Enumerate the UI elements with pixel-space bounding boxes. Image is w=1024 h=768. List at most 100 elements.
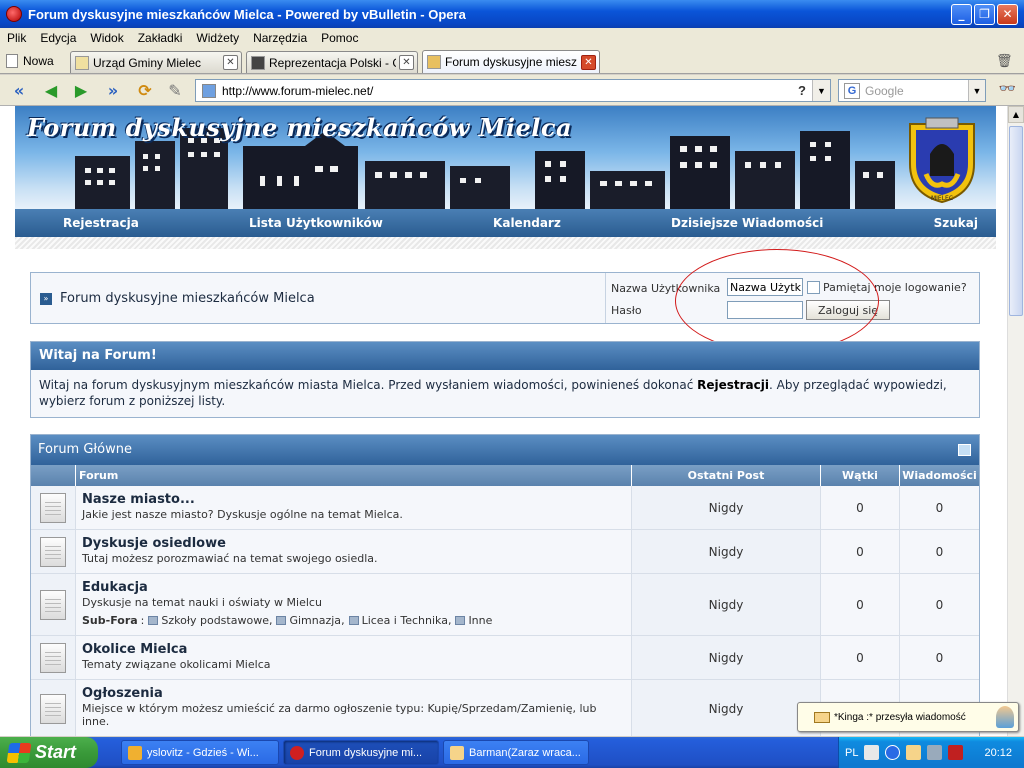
back-icon[interactable]: ◀: [40, 80, 62, 100]
page-viewport: Forum dyskusyjne mieszkańców Mielca MIEL…: [0, 106, 1024, 736]
windows-logo-icon: [6, 742, 32, 763]
forum-title-link[interactable]: Edukacja: [82, 580, 625, 595]
menu-plik[interactable]: Plik: [0, 31, 33, 45]
subforum-link[interactable]: Licea i Technika: [362, 614, 448, 627]
im-notification[interactable]: *Kinga :* przesyła wiadomość: [797, 702, 1019, 732]
tab-close-icon[interactable]: ✕: [399, 55, 414, 70]
collapse-icon[interactable]: [958, 444, 971, 456]
nav-lista-uzytkownikow[interactable]: Lista Użytkowników: [249, 216, 383, 230]
minimize-button[interactable]: _: [951, 3, 972, 25]
mail-icon[interactable]: [906, 745, 922, 760]
tab-close-icon[interactable]: ✕: [581, 54, 596, 70]
category-title[interactable]: Forum Główne: [38, 442, 132, 457]
menu-widok[interactable]: Widok: [83, 31, 130, 45]
zoom-glasses-icon[interactable]: 👓: [999, 81, 1016, 97]
menu-bar: Plik Edycja Widok Zakładki Widżety Narzę…: [0, 28, 1024, 48]
taskbar-task-opera[interactable]: Forum dyskusyjne mi...: [283, 740, 439, 765]
forward-icon[interactable]: ▶: [70, 80, 92, 100]
back-arrow-icon[interactable]: [885, 745, 901, 760]
forum-column-header: Forum: [76, 465, 632, 486]
fast-forward-icon[interactable]: »: [102, 80, 124, 100]
tab-reprezentacja[interactable]: Reprezentacja Polski - G... ✕: [246, 51, 418, 73]
opera-icon: [290, 745, 304, 760]
search-dropdown-icon[interactable]: ▼: [968, 80, 985, 101]
task-label: Barman(Zaraz wraca...: [469, 746, 581, 759]
tab-urzad-gminy[interactable]: Urząd Gminy Mielec ✕: [70, 51, 242, 73]
restore-button[interactable]: ❐: [974, 3, 995, 25]
password-label: Hasło: [611, 304, 642, 317]
envelope-icon: [814, 711, 830, 723]
last-post: Nigdy: [632, 486, 821, 529]
thread-count: 0: [821, 574, 900, 635]
new-tab-button[interactable]: Nowa: [6, 51, 54, 71]
breadcrumb-title[interactable]: Forum dyskusyjne mieszkańców Mielca: [60, 291, 315, 306]
tab-close-icon[interactable]: ✕: [223, 55, 238, 70]
forum-status-icon: [40, 589, 66, 620]
taskbar-task-chat[interactable]: Barman(Zaraz wraca...: [443, 740, 589, 765]
trash-icon[interactable]: 🗑: [996, 53, 1014, 69]
rewind-icon[interactable]: «: [8, 80, 30, 100]
scroll-up-icon[interactable]: ▲: [1008, 106, 1024, 123]
thread-count: 0: [821, 530, 900, 573]
thread-count: 0: [821, 636, 900, 679]
menu-widzety[interactable]: Widżety: [189, 31, 246, 45]
forum-title-link[interactable]: Nasze miasto...: [82, 492, 625, 507]
buddy-icon: [996, 706, 1014, 728]
search-input[interactable]: Google: [865, 84, 968, 98]
forum-description: Dyskusje na temat nauki i oświaty w Miel…: [82, 596, 322, 609]
forum-page: Forum dyskusyjne mieszkańców Mielca MIEL…: [15, 106, 996, 736]
forum-title-link[interactable]: Okolice Mielca: [82, 642, 625, 657]
scrollbar-thumb[interactable]: [1009, 126, 1023, 316]
start-label: Start: [35, 742, 77, 762]
register-link[interactable]: Rejestracji: [697, 378, 769, 392]
nav-kalendarz[interactable]: Kalendarz: [493, 216, 561, 230]
category-header: Forum Główne: [31, 435, 979, 465]
forum-description: Jakie jest nasze miasto? Dyskusje ogólne…: [82, 508, 403, 521]
menu-narzedzia[interactable]: Narzędzia: [246, 31, 314, 45]
forum-status-icon: [40, 492, 66, 523]
forum-title-link[interactable]: Dyskusje osiedlowe: [82, 536, 625, 551]
last-post: Nigdy: [632, 574, 821, 635]
winamp-icon: [128, 745, 142, 760]
clock[interactable]: 20:12: [984, 747, 1012, 759]
nav-rejestracja[interactable]: Rejestracja: [63, 216, 139, 230]
site-info-icon[interactable]: ?: [792, 81, 812, 100]
menu-zakladki[interactable]: Zakładki: [131, 31, 190, 45]
menu-pomoc[interactable]: Pomoc: [314, 31, 365, 45]
keyboard-icon[interactable]: [864, 745, 880, 760]
forum-description: Miejsce w którym możesz umieścić za darm…: [82, 702, 597, 728]
page-favicon: [251, 55, 265, 70]
close-window-button[interactable]: ✕: [997, 3, 1018, 25]
forum-description: Tutaj możesz porozmawiać na temat swojeg…: [82, 552, 378, 565]
antivirus-icon[interactable]: [948, 745, 964, 760]
network-icon[interactable]: [927, 745, 943, 760]
forum-title-link[interactable]: Ogłoszenia: [82, 686, 625, 701]
address-dropdown-icon[interactable]: ▼: [812, 80, 830, 101]
forum-row: Edukacja Dyskusje na temat nauki i oświa…: [31, 574, 979, 636]
address-input[interactable]: http://www.forum-mielec.net/: [222, 84, 792, 98]
reload-icon[interactable]: ⟳: [134, 80, 156, 100]
address-bar[interactable]: http://www.forum-mielec.net/ ? ▼: [195, 79, 831, 102]
subforum-link[interactable]: Gimnazja: [289, 614, 341, 627]
icon-column-header: [31, 465, 76, 486]
menu-edycja[interactable]: Edycja: [33, 31, 83, 45]
vertical-scrollbar[interactable]: ▲: [1007, 106, 1024, 736]
start-button[interactable]: Start: [0, 737, 98, 768]
forum-column-headers: Forum Ostatni Post Wątki Wiadomości: [31, 465, 979, 486]
search-bar[interactable]: G Google ▼: [838, 79, 986, 102]
window-title-bar[interactable]: Forum dyskusyjne mieszkańców Mielca - Po…: [0, 0, 1024, 28]
red-annotation-circle: [675, 249, 879, 353]
language-indicator[interactable]: PL: [845, 747, 858, 759]
taskbar-task-winamp[interactable]: yslovitz - Gdzieś - Wi...: [121, 740, 279, 765]
edit-icon[interactable]: ✎: [164, 80, 186, 100]
page-favicon: [75, 55, 89, 70]
new-tab-label: Nowa: [23, 54, 54, 68]
subforum-link[interactable]: Inne: [468, 614, 492, 627]
nav-dzisiejsze-wiadomosci[interactable]: Dzisiejsze Wiadomości: [671, 216, 823, 230]
tab-forum[interactable]: Forum dyskusyjne miesz... ✕: [422, 50, 600, 73]
welcome-box: Witaj na Forum! Witaj na forum dyskusyjn…: [30, 341, 980, 418]
page-favicon: [427, 55, 441, 69]
subforum-link[interactable]: Szkoły podstawowe: [161, 614, 269, 627]
nav-szukaj[interactable]: Szukaj: [934, 216, 978, 230]
forum-status-icon: [40, 642, 66, 673]
